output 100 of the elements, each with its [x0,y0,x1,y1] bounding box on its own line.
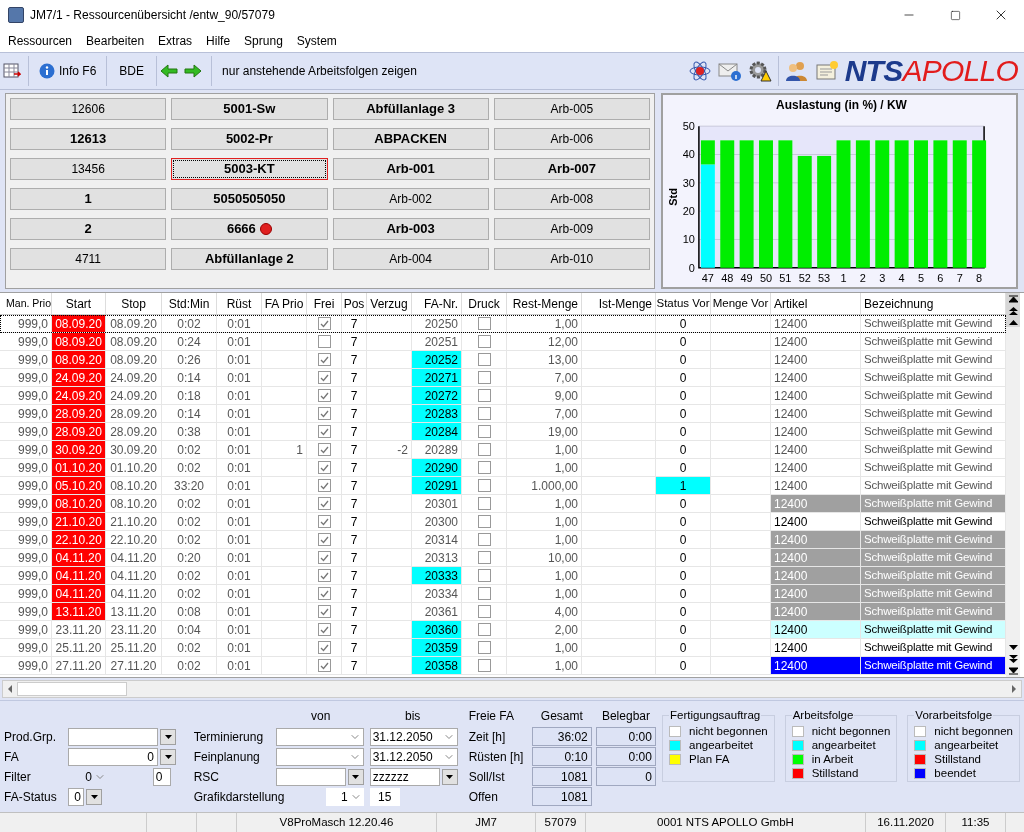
checkbox[interactable] [317,335,331,348]
resource-button[interactable]: 13456 [10,158,167,180]
checkbox[interactable] [477,479,491,492]
checkbox[interactable] [317,659,331,672]
checkbox[interactable] [317,407,331,420]
column-header[interactable]: Frei [307,293,342,314]
checkbox[interactable] [317,425,331,438]
column-header[interactable]: FA-Nr. [412,293,462,314]
rsc-to-field[interactable]: zzzzzz [369,768,440,786]
pending-filter-button[interactable]: nur anstehende Arbeitsfolgen zeigen [212,56,427,86]
resource-button[interactable]: 5002-Pr [171,128,328,150]
table-row[interactable]: 999,0 08.09.20 08.09.20 0:24 0:01 7 20251 12,00 0 12400 Schweißplatte mit Gewind [0,333,1006,351]
checkbox[interactable] [317,641,331,654]
checkbox[interactable] [477,407,491,420]
chart-mode-select[interactable]: 1 [325,788,364,806]
checkbox[interactable] [477,371,491,384]
checkbox[interactable] [317,497,331,510]
scroll-first-icon[interactable] [1008,295,1018,303]
users-icon[interactable] [784,59,809,83]
column-header[interactable]: Verzug [367,293,412,314]
resource-button[interactable]: Arb-006 [493,128,650,150]
resource-button[interactable]: Arb-004 [332,248,489,270]
resource-button[interactable]: Arb-002 [332,188,489,210]
menu-item[interactable]: System [296,32,337,50]
checkbox[interactable] [477,605,491,618]
table-row[interactable]: 999,0 25.11.20 25.11.20 0:02 0:01 7 20359 1,00 0 12400 Schweißplatte mit Gewind [0,639,1006,657]
rsc-from-field[interactable] [275,768,346,786]
weeks-field[interactable]: 15 [369,788,400,806]
resource-button[interactable]: Arb-003 [332,218,489,240]
table-row[interactable]: 999,0 24.09.20 24.09.20 0:18 0:01 7 20272 9,00 0 12400 Schweißplatte mit Gewind [0,387,1006,405]
scroll-page-up-icon[interactable] [1008,307,1018,316]
checkbox[interactable] [317,353,331,366]
checkbox[interactable] [477,641,491,654]
column-header[interactable]: Menge Vor [711,293,771,314]
checkbox[interactable] [317,569,331,582]
resource-button[interactable]: Abfüllanlage 3 [332,98,489,120]
prod-group-field[interactable] [68,728,159,746]
checkbox[interactable] [317,551,331,564]
checkbox[interactable] [477,461,491,474]
atom-icon[interactable] [687,59,712,83]
checkbox[interactable] [317,623,331,636]
checkbox[interactable] [317,317,331,330]
dropdown-button[interactable] [160,729,177,745]
resource-button[interactable]: 4711 [10,248,167,270]
resource-button[interactable]: 12613 [10,128,167,150]
column-header[interactable]: Rüst [217,293,262,314]
dropdown-button[interactable] [86,789,103,805]
resource-button[interactable]: 6666 [171,218,328,240]
column-header[interactable]: Start [52,293,106,314]
column-header[interactable]: Pos [342,293,367,314]
checkbox[interactable] [477,587,491,600]
resource-button[interactable]: Arb-008 [493,188,650,210]
scrollbar-thumb[interactable] [17,682,127,696]
dropdown-button[interactable] [441,769,458,785]
menu-item[interactable]: Ressourcen [8,32,73,50]
filter-select[interactable]: 0 [78,768,107,786]
resource-button[interactable]: 2 [10,218,167,240]
table-row[interactable]: 999,0 23.11.20 23.11.20 0:04 0:01 7 20360 2,00 0 12400 Schweißplatte mit Gewind [0,621,1006,639]
resource-button[interactable]: Arb-010 [493,248,650,270]
checkbox[interactable] [477,569,491,582]
fa-field[interactable]: 0 [68,748,159,766]
horizontal-scrollbar[interactable] [2,680,1022,698]
from-date-select[interactable] [275,728,364,746]
column-header[interactable]: Status Vor [656,293,711,314]
checkbox[interactable] [317,515,331,528]
filter-value-field[interactable]: 0 [152,768,171,786]
resource-button[interactable]: Arb-005 [493,98,650,120]
column-header[interactable]: Man. Prio [0,293,52,314]
resource-button[interactable]: 5050505050 [171,188,328,210]
gear-warning-icon[interactable] [747,59,772,83]
checkbox[interactable] [317,587,331,600]
menu-item[interactable]: Sprung [244,32,283,50]
table-row[interactable]: 999,0 28.09.20 28.09.20 0:38 0:01 7 20284 19,00 0 12400 Schweißplatte mit Gewind [0,423,1006,441]
table-row[interactable]: 999,0 13.11.20 13.11.20 0:08 0:01 7 20361 4,00 0 12400 Schweißplatte mit Gewind [0,603,1006,621]
checkbox[interactable] [477,533,491,546]
column-header[interactable]: Ist-Menge [582,293,656,314]
dropdown-button[interactable] [347,769,364,785]
checkbox[interactable] [477,623,491,636]
checkbox[interactable] [477,515,491,528]
table-row[interactable]: 999,0 24.09.20 24.09.20 0:14 0:01 7 20271 7,00 0 12400 Schweißplatte mit Gewind [0,369,1006,387]
menu-item[interactable]: Extras [158,32,193,50]
checkbox[interactable] [317,533,331,546]
resource-button[interactable]: 5001-Sw [171,98,328,120]
table-row[interactable]: 999,0 28.09.20 28.09.20 0:14 0:01 7 20283 7,00 0 12400 Schweißplatte mit Gewind [0,405,1006,423]
checkbox[interactable] [317,443,331,456]
column-header[interactable]: Druck [462,293,507,314]
bde-button[interactable]: BDE [107,56,157,86]
table-row[interactable]: 999,0 04.11.20 04.11.20 0:02 0:01 7 20333 1,00 0 12400 Schweißplatte mit Gewind [0,567,1006,585]
table-row[interactable]: 999,0 08.10.20 08.10.20 0:02 0:01 7 20301 1,00 0 12400 Schweißplatte mit Gewind [0,495,1006,513]
checkbox[interactable] [477,659,491,672]
table-row[interactable]: 999,0 04.11.20 04.11.20 0:20 0:01 7 20313 10,00 0 12400 Schweißplatte mit Gewind [0,549,1006,567]
scroll-down-icon[interactable] [1008,645,1018,650]
resource-button[interactable]: Arb-007 [493,158,650,180]
table-row[interactable]: 999,0 22.10.20 22.10.20 0:02 0:01 7 20314 1,00 0 12400 Schweißplatte mit Gewind [0,531,1006,549]
resource-button[interactable]: 12606 [10,98,167,120]
table-row[interactable]: 999,0 05.10.20 08.10.20 33:20 0:01 7 20291 1.000,00 1 12400 Schweißplatte mit Gewind [0,477,1006,495]
checkbox[interactable] [477,551,491,564]
scroll-page-down-icon[interactable] [1008,654,1018,663]
resource-button[interactable]: ABPACKEN [332,128,489,150]
table-row[interactable]: 999,0 30.09.20 30.09.20 0:02 0:01 1 7 -2 20289 1,00 0 12400 Schweißplatte mit Gewind [0,441,1006,459]
